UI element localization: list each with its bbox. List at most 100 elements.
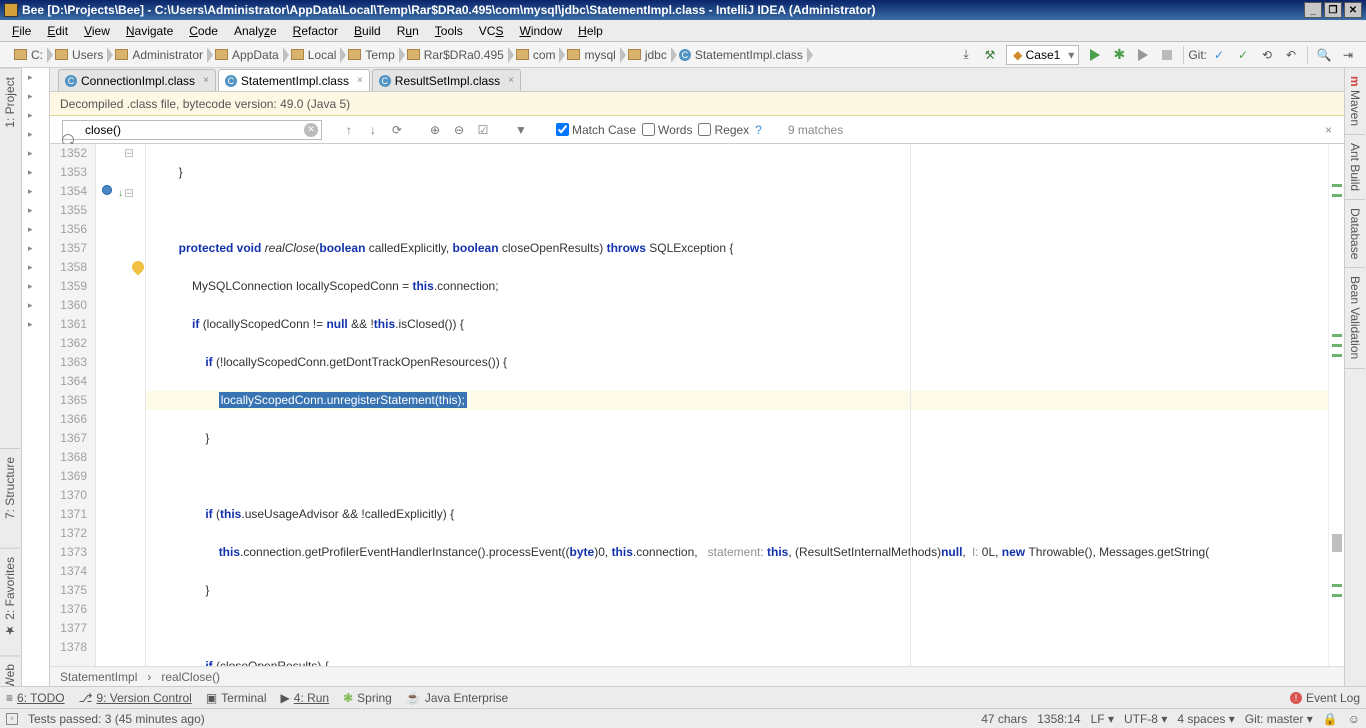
tool-structure[interactable]: 7: Structure	[0, 448, 20, 527]
tool-todo[interactable]: ≡ 6: TODO	[6, 691, 65, 705]
project-tree-collapsed[interactable]: ▸ ▸ ▸ ▸ ▸ ▸ ▸ ▸ ▸ ▸ ▸ ▸ ▸ ▸	[22, 68, 50, 686]
menu-edit[interactable]: Edit	[41, 22, 74, 40]
tool-bean[interactable]: Bean Validation	[1345, 268, 1365, 368]
select-all-occ-button[interactable]: ☑	[474, 121, 492, 139]
status-encoding[interactable]: UTF-8 ▾	[1124, 712, 1167, 726]
crumb-class[interactable]: StatementImpl	[60, 670, 137, 684]
search-everywhere-button[interactable]: 🔍	[1313, 44, 1335, 66]
event-log[interactable]: !Event Log	[1290, 691, 1360, 705]
menu-navigate[interactable]: Navigate	[120, 22, 179, 40]
status-git[interactable]: Git: master ▾	[1245, 712, 1313, 726]
tab-statementimpl[interactable]: CStatementImpl.class×	[218, 69, 370, 91]
right-tool-strip: m Maven Ant Build Database Bean Validati…	[1344, 68, 1366, 706]
words-checkbox[interactable]: Words	[642, 123, 692, 137]
status-indent[interactable]: 4 spaces ▾	[1177, 712, 1234, 726]
next-match-button[interactable]: ↓	[364, 121, 382, 139]
debug-button[interactable]: ✱	[1108, 44, 1130, 66]
tool-windows-button[interactable]: ▫	[6, 713, 18, 725]
crumb-method[interactable]: realClose()	[161, 670, 220, 684]
coverage-button[interactable]	[1132, 44, 1154, 66]
menu-build[interactable]: Build	[348, 22, 387, 40]
prev-match-button[interactable]: ↑	[340, 121, 358, 139]
code-editor[interactable]: 1352135313541355135613571358135913601361…	[50, 144, 1344, 666]
tab-connectionimpl[interactable]: CConnectionImpl.class×	[58, 69, 216, 91]
menu-window[interactable]: Window	[513, 22, 568, 40]
run-config-select[interactable]: ◆ Case1	[1006, 45, 1079, 65]
remove-selection-button[interactable]: ⊖	[450, 121, 468, 139]
run-button[interactable]	[1084, 44, 1106, 66]
menu-analyze[interactable]: Analyze	[228, 22, 283, 40]
regex-help[interactable]: ?	[755, 123, 762, 137]
close-button[interactable]: ✕	[1344, 2, 1362, 18]
hammer-icon[interactable]: ⚒	[979, 44, 1001, 66]
clear-search-button[interactable]: ✕	[304, 123, 318, 137]
scrollbar-thumb[interactable]	[1332, 534, 1342, 552]
breadcrumb[interactable]: AppData	[207, 44, 283, 66]
breadcrumb[interactable]: C:	[6, 44, 47, 66]
current-line: locallyScopedConn.unregisterStatement(th…	[146, 391, 1328, 410]
build-button[interactable]: ⤓	[955, 44, 977, 66]
tool-spring[interactable]: ❃ Spring	[343, 691, 392, 705]
menu-refactor[interactable]: Refactor	[287, 22, 344, 40]
status-tests: Tests passed: 3 (45 minutes ago)	[28, 712, 205, 726]
status-caret[interactable]: 1358:14	[1037, 712, 1080, 726]
git-revert-button[interactable]: ↶	[1280, 44, 1302, 66]
menu-run[interactable]: Run	[391, 22, 425, 40]
select-all-button[interactable]: ⟳	[388, 121, 406, 139]
menu-vcs[interactable]: VCS	[473, 22, 510, 40]
tool-project[interactable]: 1: Project	[0, 68, 20, 136]
tool-run[interactable]: ▶ 4: Run	[281, 691, 330, 705]
tool-vcs[interactable]: ⎇ 9: Version Control	[79, 691, 192, 705]
tool-database[interactable]: Database	[1345, 200, 1365, 268]
menu-code[interactable]: Code	[183, 22, 224, 40]
breadcrumb[interactable]: Administrator	[107, 44, 207, 66]
menu-tools[interactable]: Tools	[429, 22, 469, 40]
breadcrumb[interactable]: Temp	[340, 44, 398, 66]
breadcrumb[interactable]: Rar$DRa0.495	[399, 44, 508, 66]
menu-file[interactable]: File	[6, 22, 37, 40]
git-update-button[interactable]: ✓	[1208, 44, 1230, 66]
status-bar: ▫ Tests passed: 3 (45 minutes ago) 47 ch…	[0, 708, 1366, 728]
stop-button[interactable]	[1156, 44, 1178, 66]
matchcase-checkbox[interactable]: Match Case	[556, 123, 636, 137]
breadcrumb[interactable]: mysql	[559, 44, 619, 66]
close-icon[interactable]: ×	[357, 75, 363, 86]
tool-maven[interactable]: m Maven	[1345, 68, 1365, 135]
minimize-button[interactable]: _	[1304, 2, 1322, 18]
breadcrumb[interactable]: Local	[283, 44, 341, 66]
close-icon[interactable]: ×	[203, 75, 209, 86]
tool-terminal[interactable]: ▣ Terminal	[206, 691, 267, 705]
menu-view[interactable]: View	[78, 22, 116, 40]
breadcrumbs-bar: StatementImpl› realClose()	[50, 666, 1344, 686]
breakpoint-icon[interactable]	[102, 185, 112, 195]
source-code[interactable]: } protected void realClose(boolean calle…	[146, 144, 1328, 666]
window-title: Bee [D:\Projects\Bee] - C:\Users\Adminis…	[22, 3, 876, 17]
close-find-button[interactable]: ×	[1319, 123, 1338, 137]
find-bar: ✕ ↑ ↓ ⟳ ⊕ ⊖ ☑ ▼ Match Case Words Regex ?…	[50, 116, 1344, 144]
tool-favorites[interactable]: ★ 2: Favorites	[0, 548, 20, 646]
add-selection-button[interactable]: ⊕	[426, 121, 444, 139]
tool-jee[interactable]: ☕ Java Enterprise	[406, 691, 508, 705]
menu-help[interactable]: Help	[572, 22, 609, 40]
error-stripe[interactable]	[1328, 144, 1344, 666]
hector-icon[interactable]: ☺	[1348, 712, 1360, 726]
title-bar: Bee [D:\Projects\Bee] - C:\Users\Adminis…	[0, 0, 1366, 20]
find-input[interactable]	[62, 120, 322, 140]
filter-button[interactable]: ▼	[512, 121, 530, 139]
tab-resultsetimpl[interactable]: CResultSetImpl.class×	[372, 69, 521, 91]
breadcrumb[interactable]: Users	[47, 44, 107, 66]
status-le[interactable]: LF ▾	[1091, 712, 1114, 726]
breadcrumb[interactable]: com	[508, 44, 560, 66]
breadcrumb[interactable]: CStatementImpl.class	[671, 44, 807, 66]
git-commit-button[interactable]: ✓	[1232, 44, 1254, 66]
tool-ant[interactable]: Ant Build	[1345, 135, 1365, 200]
regex-checkbox[interactable]: Regex	[698, 123, 749, 137]
git-history-button[interactable]: ⟲	[1256, 44, 1278, 66]
maximize-button[interactable]: ❐	[1324, 2, 1342, 18]
intention-bulb-icon[interactable]	[130, 259, 147, 276]
lock-icon[interactable]: 🔒	[1323, 712, 1338, 726]
close-icon[interactable]: ×	[508, 75, 514, 86]
breadcrumb[interactable]: jdbc	[620, 44, 671, 66]
ide-settings-button[interactable]: ⇥	[1337, 44, 1359, 66]
line-gutter: 1352135313541355135613571358135913601361…	[50, 144, 96, 666]
